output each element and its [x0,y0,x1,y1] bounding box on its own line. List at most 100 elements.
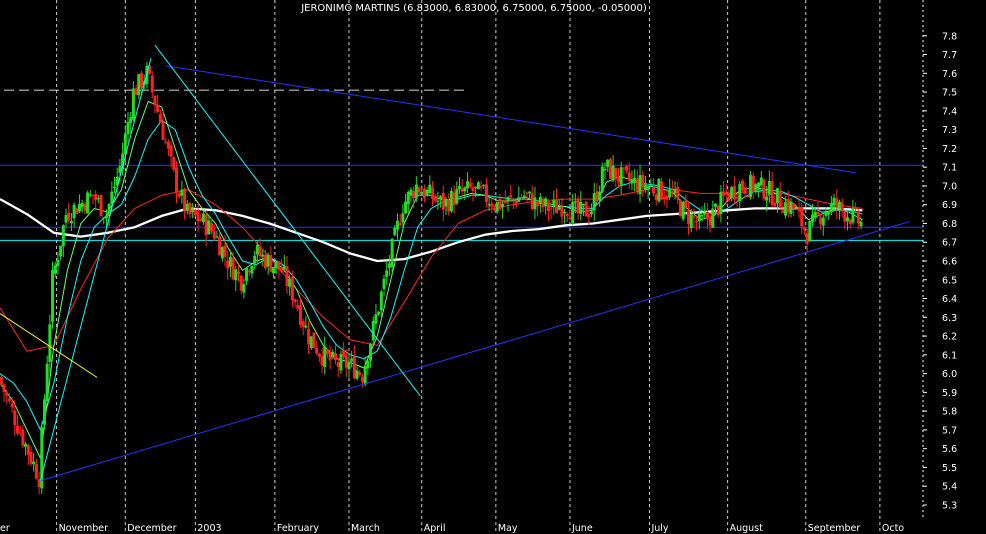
candle-body [56,259,60,267]
candle-body [528,191,532,194]
x-tick-label: December [127,523,176,534]
y-tick-label: 7.6 [942,69,957,80]
candle-body [800,207,804,227]
candle-body [245,267,249,281]
y-tick-label: 6.9 [942,200,957,211]
candle-body [428,184,432,194]
candle-body [312,332,316,349]
candle-body [695,220,699,222]
candle-body [754,184,758,191]
candle-body [762,179,766,199]
candle-body [576,198,580,214]
candle-body [285,266,289,287]
candle-body [390,238,394,268]
stock-chart: 5.3 5.4 5.5 5.6 5.7 5.8 5.9 6.0 6.1 6.2 6.3 6.4 6.5 6… [0,0,986,534]
candle-body [678,201,682,217]
candle-body [363,365,367,385]
candle-body [253,255,257,264]
candle-body [344,355,348,368]
candle-body [228,256,232,267]
candle-body [501,203,505,208]
candle-body [180,189,184,196]
candle-body [719,191,723,215]
candle-body [568,217,572,220]
candle-body [859,221,863,227]
candle-body [45,363,49,402]
candle-body [239,275,243,291]
candle-body [83,204,87,211]
candle-body [223,245,227,257]
candle-body [498,198,502,210]
candle-body [751,175,755,192]
candle-body [436,200,440,202]
candle-body [522,195,526,198]
candle-body [269,255,273,272]
candle-body [336,362,340,367]
candle-body [722,191,726,196]
candle-body [746,196,750,198]
candle-body [91,195,95,197]
candle-body [404,201,408,213]
candle-body [687,210,691,225]
candle-body [848,219,852,225]
candle-body [662,196,666,199]
candle-body [541,199,545,208]
candle-body [371,320,375,341]
candle-body [247,270,251,273]
candle-body [398,222,402,226]
candle-body [414,184,418,199]
y-tick-label: 6.7 [942,238,957,249]
candle-body [627,172,631,181]
candle-body [358,372,362,375]
candle-body [274,261,278,269]
candle-body [495,201,499,212]
candle-body [457,186,461,190]
candle-body [735,196,739,199]
candle-body [72,204,76,219]
candle-body [433,195,437,201]
y-tick-label: 7.5 [942,88,957,99]
candle-body [137,74,141,95]
candle-body [352,356,356,379]
y-tick-label: 7.3 [942,125,957,136]
x-tick-label: 2003 [197,523,221,534]
candle-body [366,360,370,369]
candle-body [323,346,327,367]
candle-body [21,429,25,446]
candle-body [449,190,453,212]
y-tick-label: 7.7 [942,50,957,61]
candle-body [377,311,381,315]
candle-body [431,187,435,200]
candle-body [846,217,850,222]
candle-body [584,202,588,217]
y-tick-label: 6.4 [942,294,957,305]
candle-body [832,197,836,206]
candle-body [536,200,540,207]
candle-body [18,432,22,434]
y-tick-label: 5.5 [942,463,957,474]
candle-body [250,265,254,274]
candle-body [236,271,240,274]
candle-body [298,305,302,325]
candle-body [75,208,79,215]
candle-body [713,203,717,207]
candle-body [829,202,833,213]
candle-body [476,182,480,190]
candle-body [743,187,747,194]
candle-body [191,208,195,213]
candle-body [484,184,488,202]
candle-body [581,203,585,206]
candle-body [474,186,478,188]
candle-body [519,196,523,199]
x-tick-label: February [277,523,319,534]
candle-body [280,268,284,272]
candle-body [266,254,270,267]
candle-body [261,254,265,257]
candle-body [538,197,542,204]
candle-body [711,208,715,228]
candle-body [255,244,259,255]
candle-body [220,247,224,259]
candle-body [409,189,413,196]
candle-body [218,236,222,256]
candle-body [185,203,189,211]
